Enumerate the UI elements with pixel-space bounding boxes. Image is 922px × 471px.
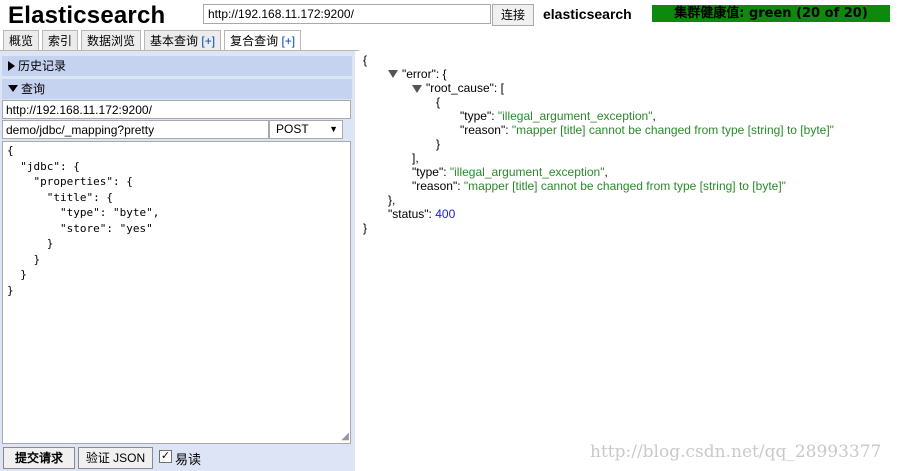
json-line-reason: "reason": "mapper [title] cannot be chan…	[460, 123, 834, 137]
json-string: "illegal_argument_exception"	[497, 109, 653, 123]
connect-button[interactable]: 连接	[492, 4, 534, 26]
query-section-header[interactable]: 查询	[2, 79, 352, 99]
json-brace: },	[388, 193, 396, 207]
json-line-root-cause: "root_cause": [	[426, 81, 504, 95]
request-path-field[interactable]: demo/jdbc/_mapping?pretty	[2, 120, 269, 139]
response-viewer: { "error": { "root_cause": [ { "type": "…	[362, 51, 922, 471]
json-brace: {	[436, 95, 441, 109]
http-method-select[interactable]: POST ▼	[269, 120, 343, 139]
history-label: 历史记录	[18, 59, 67, 73]
json-string: "mapper [title] cannot be changed from t…	[511, 123, 834, 137]
json-key: "status"	[388, 207, 429, 221]
json-brace: }	[363, 221, 368, 235]
collapse-root-cause-icon[interactable]	[412, 85, 422, 93]
http-method-value: POST	[276, 122, 309, 136]
tab-label: 复合查询	[230, 34, 279, 48]
main-tabs: 概览 索引 数据浏览 基本查询 [+] 复合查询 [+]	[0, 30, 302, 52]
json-key: "type"	[460, 109, 492, 123]
json-key: "root_cause"	[426, 81, 494, 95]
chevron-down-icon: ▼	[329, 124, 338, 134]
query-label: 查询	[21, 82, 46, 96]
json-line-reason: "reason": "mapper [title] cannot be chan…	[412, 179, 786, 193]
json-string: "illegal_argument_exception"	[449, 165, 605, 179]
tab-label: 概览	[9, 34, 34, 48]
tab-label: 基本查询	[150, 34, 199, 48]
json-line-type: "type": "illegal_argument_exception",	[412, 165, 608, 179]
json-key: "reason"	[460, 123, 506, 137]
tab-overview[interactable]: 概览	[3, 30, 40, 51]
expand-arrow-icon	[8, 61, 15, 71]
json-key: "type"	[412, 165, 444, 179]
json-number: 400	[435, 207, 456, 221]
json-string: "mapper [title] cannot be changed from t…	[463, 179, 786, 193]
json-key: "reason"	[412, 179, 458, 193]
tab-add-link[interactable]: [+]	[281, 34, 295, 48]
pretty-checkbox[interactable]: ✓	[159, 450, 172, 463]
tab-indices[interactable]: 索引	[42, 30, 79, 51]
json-brace: {	[363, 53, 368, 67]
json-brace: }	[436, 137, 441, 151]
resize-grip-icon[interactable]: ◢	[341, 431, 349, 442]
json-line-status: "status": 400	[388, 207, 456, 221]
collapse-error-icon[interactable]	[388, 70, 398, 78]
json-line-error: "error": {	[402, 67, 447, 81]
json-line-type: "type": "illegal_argument_exception",	[460, 109, 656, 123]
history-section-header[interactable]: 历史记录	[2, 56, 352, 76]
check-icon: ✓	[160, 450, 171, 462]
cluster-name: elasticsearch	[543, 6, 632, 22]
tab-label: 索引	[48, 34, 73, 48]
json-bracket: ],	[412, 151, 419, 165]
tab-browser[interactable]: 数据浏览	[81, 30, 142, 51]
pretty-label: 易读	[175, 452, 202, 467]
request-body-text: { "jdbc": { "properties": { "title": { "…	[7, 144, 160, 297]
request-body-editor[interactable]: { "jdbc": { "properties": { "title": { "…	[2, 141, 351, 444]
app-logo: Elasticsearch	[8, 2, 166, 29]
tab-compound-query[interactable]: 复合查询 [+]	[224, 30, 302, 52]
json-key: "error"	[402, 67, 436, 81]
validate-json-button[interactable]: 验证 JSON	[78, 447, 153, 469]
cluster-health-badge: 集群健康值: green (20 of 20)	[652, 5, 890, 22]
cluster-url-input[interactable]	[203, 4, 491, 24]
collapse-arrow-icon	[8, 85, 18, 92]
tab-add-link[interactable]: [+]	[201, 34, 215, 48]
tab-label: 数据浏览	[87, 34, 136, 48]
server-url-field[interactable]: http://192.168.11.172:9200/	[2, 100, 351, 119]
tab-basic-query[interactable]: 基本查询 [+]	[144, 30, 222, 51]
watermark: http://blog.csdn.net/qq_28993377	[590, 442, 882, 462]
submit-request-button[interactable]: 提交请求	[3, 447, 75, 469]
